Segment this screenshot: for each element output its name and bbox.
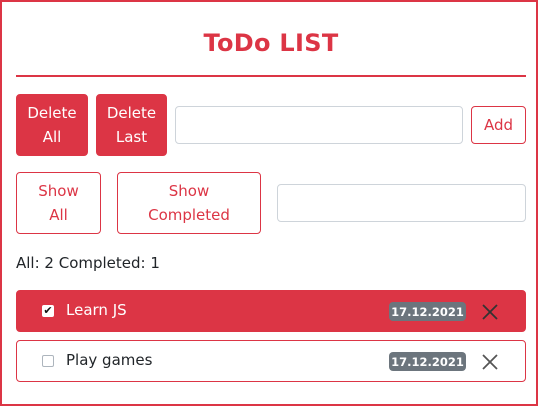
delete-all-label-line2: All: [42, 128, 62, 146]
todo-item-play-games: Play games 17.12.2021: [16, 340, 526, 382]
delete-last-label-line2: Last: [115, 128, 148, 146]
todo-checkbox[interactable]: [42, 355, 54, 367]
close-icon[interactable]: [480, 302, 500, 322]
search-input[interactable]: [277, 184, 526, 222]
todo-text: Play games: [66, 351, 153, 369]
show-all-button[interactable]: Show All: [16, 172, 101, 234]
todo-date-badge: 17.12.2021: [389, 302, 466, 321]
todo-counter: All: 2 Completed: 1: [16, 254, 160, 272]
delete-last-label-line1: Delete: [106, 104, 157, 122]
page-title: ToDo LIST: [203, 29, 339, 57]
show-completed-button[interactable]: Show Completed: [117, 172, 261, 234]
show-completed-label-line1: Show: [168, 182, 210, 200]
todo-item-learn-js: ✔ Learn JS 17.12.2021: [16, 290, 526, 332]
show-all-label-line1: Show: [38, 182, 79, 200]
app-window: ToDo LIST Delete All Delete Last Add Sho…: [0, 0, 538, 406]
new-todo-input[interactable]: [175, 106, 463, 144]
show-completed-label-line2: Completed: [148, 206, 230, 224]
delete-last-button[interactable]: Delete Last: [96, 94, 167, 156]
todo-checkbox[interactable]: ✔: [42, 305, 54, 317]
delete-all-label-line1: Delete: [27, 104, 77, 122]
show-all-label-line2: All: [49, 206, 68, 224]
todo-text: Learn JS: [66, 301, 127, 319]
title-divider: [16, 75, 526, 77]
delete-all-button[interactable]: Delete All: [16, 94, 88, 156]
close-icon[interactable]: [480, 352, 500, 372]
add-button[interactable]: Add: [471, 106, 526, 144]
todo-date-badge: 17.12.2021: [389, 352, 466, 371]
